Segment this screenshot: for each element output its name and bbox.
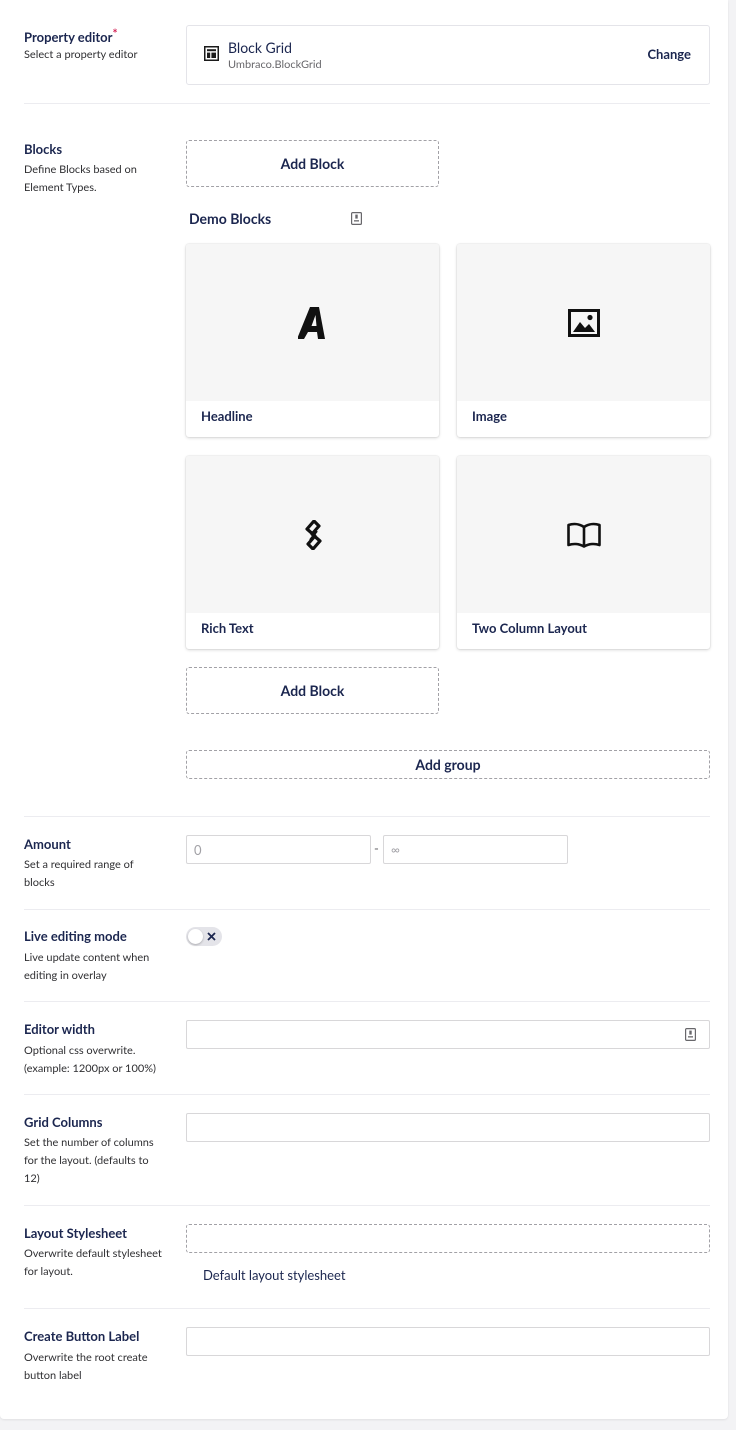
grid-columns-input[interactable] (186, 1113, 710, 1142)
book-icon (566, 522, 601, 548)
editor-width-label: Editor width (24, 1021, 95, 1037)
editor-width-input[interactable] (186, 1020, 710, 1049)
layout-stylesheet-picker[interactable] (186, 1224, 710, 1253)
editor-width-description: Optional css overwrite. (example: 1200px… (24, 1044, 156, 1075)
amount-description: Set a required range of blocks (24, 858, 134, 889)
toggle-knob (188, 929, 203, 944)
property-editor-description: Select a property editor (24, 48, 138, 61)
default-layout-stylesheet: Default layout stylesheet (203, 1267, 346, 1283)
change-button[interactable]: Change (647, 46, 691, 62)
layout-icon (204, 46, 219, 61)
property-editor-alias: Umbraco.BlockGrid (228, 58, 322, 71)
card-thumbnail (186, 456, 439, 613)
add-block-button-top[interactable]: Add Block (186, 140, 439, 187)
card-name: Headline (201, 408, 253, 424)
create-button-label-input[interactable] (186, 1327, 710, 1356)
live-editing-label: Live editing mode (24, 928, 127, 944)
divider (24, 1205, 710, 1206)
card-thumbnail (457, 244, 710, 401)
document-icon[interactable] (685, 1028, 696, 1041)
create-button-label-description: Overwrite the root create button label (24, 1351, 148, 1382)
blocks-description: Define Blocks based on Element Types. (24, 163, 137, 194)
picture-icon (567, 308, 600, 337)
amount-label: Amount (24, 836, 71, 852)
live-editing-description: Live update content when editing in over… (24, 951, 150, 982)
block-card-rich-text[interactable]: Rich Text (186, 456, 439, 649)
grid-columns-label: Grid Columns (24, 1114, 103, 1130)
layout-stylesheet-label: Layout Stylesheet (24, 1225, 128, 1241)
close-icon (207, 932, 216, 941)
blocks-label: Blocks (24, 141, 63, 157)
grid-columns-description: Set the number of columns for the layout… (24, 1136, 154, 1185)
property-editor-label: Property editor* (24, 26, 118, 45)
divider (24, 1001, 710, 1002)
card-name: Rich Text (201, 620, 254, 636)
amount-min-input[interactable]: 0 (186, 835, 371, 864)
block-card-two-column-layout[interactable]: Two Column Layout (457, 456, 710, 649)
card-thumbnail (457, 456, 710, 613)
add-group-button[interactable]: Add group (186, 750, 710, 779)
divider (24, 103, 710, 104)
document-icon[interactable] (351, 212, 362, 225)
divider (24, 816, 710, 817)
live-editing-toggle[interactable] (186, 927, 222, 946)
font-icon (297, 306, 328, 339)
required-mark: * (112, 26, 118, 41)
add-block-button[interactable]: Add Block (186, 667, 439, 714)
property-editor-label-text: Property editor (24, 29, 113, 45)
rich-text-icon (302, 519, 324, 550)
card-name: Two Column Layout (472, 620, 587, 636)
card-name: Image (472, 408, 507, 424)
card-thumbnail (186, 244, 439, 401)
create-button-label-label: Create Button Label (24, 1328, 140, 1344)
amount-max-input[interactable]: ∞ (383, 835, 568, 864)
divider (24, 909, 710, 910)
divider (24, 1094, 710, 1095)
divider (24, 1308, 710, 1309)
block-card-image[interactable]: Image (457, 244, 710, 437)
settings-panel: Property editor* Select a property edito… (0, 0, 728, 1419)
block-group-name: Demo Blocks (189, 210, 272, 227)
block-card-headline[interactable]: Headline (186, 244, 439, 437)
property-editor-name: Block Grid (228, 39, 292, 56)
property-editor-picker: Block Grid Umbraco.BlockGrid Change (186, 25, 710, 85)
amount-separator: - (374, 840, 379, 856)
layout-stylesheet-description: Overwrite default stylesheet for layout. (24, 1247, 162, 1278)
